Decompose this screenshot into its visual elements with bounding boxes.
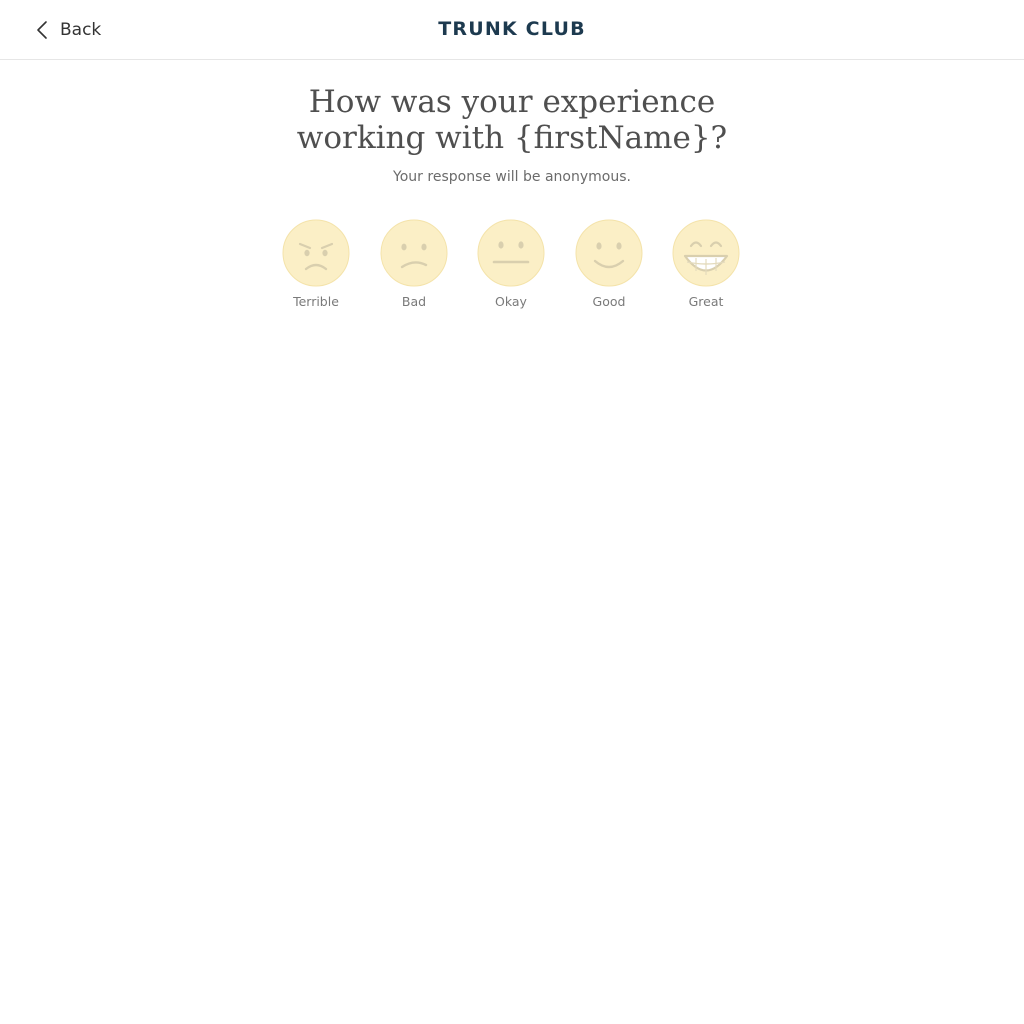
rating-option-okay[interactable]: Okay [461, 219, 561, 315]
grinning-face-icon [672, 219, 740, 287]
survey-question: How was your experience working with {fi… [0, 84, 1024, 156]
rating-option-terrible[interactable]: Terrible [266, 219, 366, 315]
top-bar: Back TRUNK CLUB [0, 0, 1024, 60]
rating-options: Terrible Bad Okay Good Great [266, 219, 758, 319]
rating-label: Terrible [293, 294, 339, 309]
rating-label: Okay [495, 294, 527, 309]
neutral-face-icon [477, 219, 545, 287]
brand-logo: TRUNK CLUB [438, 18, 586, 40]
rating-option-good[interactable]: Good [559, 219, 659, 315]
angry-face-icon [282, 219, 350, 287]
question-line-1: How was your experience [308, 84, 716, 120]
rating-label: Great [688, 294, 724, 309]
rating-option-great[interactable]: Great [656, 219, 756, 315]
rating-option-bad[interactable]: Bad [364, 219, 464, 315]
frowning-face-icon [380, 219, 448, 287]
question-line-2: working with {firstName}? [296, 120, 728, 156]
smiling-face-icon [575, 219, 643, 287]
rating-label: Bad [401, 294, 427, 309]
anonymity-note: Your response will be anonymous. [393, 169, 631, 185]
rating-label: Good [592, 294, 626, 309]
